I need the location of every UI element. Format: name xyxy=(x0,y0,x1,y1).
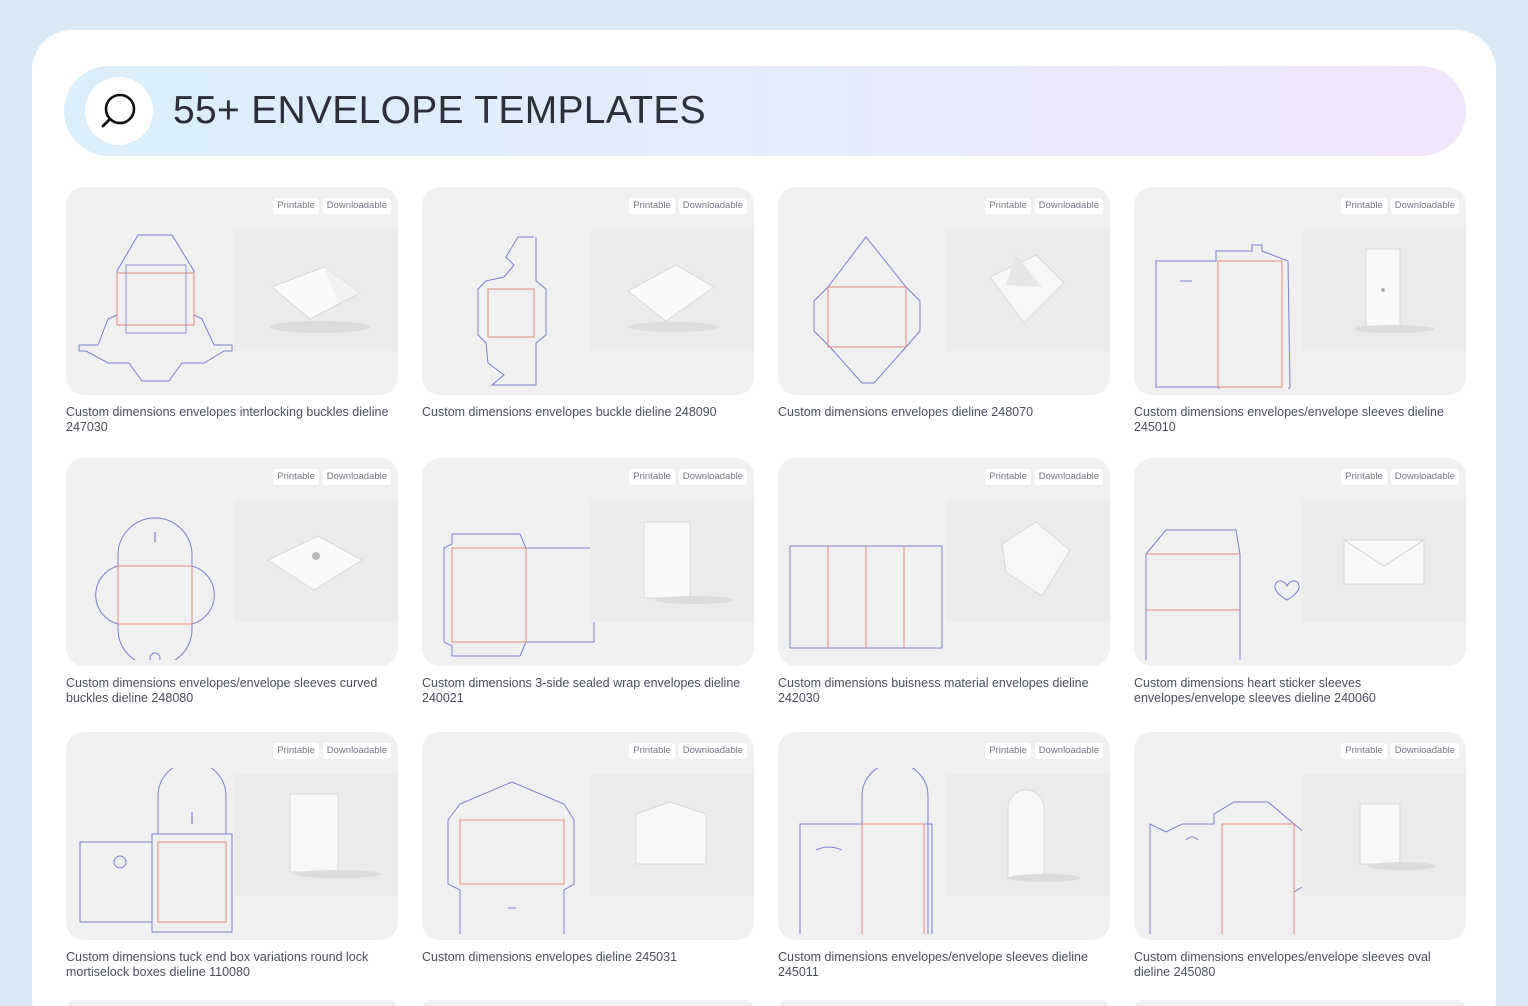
template-thumbnail[interactable]: Printable Downloadable xyxy=(778,187,1110,395)
template-caption[interactable]: Custom dimensions envelopes buckle dieli… xyxy=(422,405,754,420)
template-thumbnail[interactable]: Printable Downloadable xyxy=(778,732,1110,940)
dieline-drawing xyxy=(443,533,595,657)
template-thumbnail[interactable]: Printable Downloadable xyxy=(1134,458,1466,666)
template-caption[interactable]: Custom dimensions envelopes/envelope sle… xyxy=(1134,950,1466,980)
printable-badge: Printable xyxy=(985,469,1031,485)
template-card[interactable]: Printable Downloadable Custom dimensions xyxy=(1134,458,1466,706)
printable-badge: Printable xyxy=(629,198,675,214)
mockup-preview xyxy=(234,774,398,896)
downloadable-badge: Downloadable xyxy=(322,743,391,759)
mockup-preview xyxy=(1302,774,1466,896)
template-caption[interactable]: Custom dimensions envelopes dieline 2480… xyxy=(778,405,1110,420)
content-panel: 55+ ENVELOPE TEMPLATES Printable Downloa… xyxy=(32,30,1496,1006)
page-title: 55+ ENVELOPE TEMPLATES xyxy=(173,89,706,132)
template-card[interactable]: Printable Downloadable ■ Custom dimensio… xyxy=(1134,187,1466,435)
dieline-drawing xyxy=(78,234,233,382)
template-thumbnail[interactable]: Printable Downloadable xyxy=(422,187,754,395)
template-card[interactable]: Printable Downloadable Custom dimensions… xyxy=(66,187,398,435)
dieline-drawing xyxy=(1149,801,1305,934)
mockup-preview xyxy=(1302,500,1466,622)
mockup-preview xyxy=(946,774,1110,896)
downloadable-badge: Downloadable xyxy=(1034,198,1103,214)
downloadable-badge: Downloadable xyxy=(678,198,747,214)
template-card[interactable]: Printable Downloadable Custom dimensions… xyxy=(778,187,1110,420)
template-caption[interactable]: Custom dimensions envelopes dieline 2450… xyxy=(422,950,754,965)
search-icon xyxy=(101,93,136,128)
mockup-preview xyxy=(234,500,398,622)
dieline-drawing xyxy=(1155,244,1291,389)
template-thumbnail[interactable]: Printable Downloadable xyxy=(422,458,754,666)
template-card-partial[interactable] xyxy=(1134,1000,1466,1006)
template-caption[interactable]: Custom dimensions envelopes/envelope sle… xyxy=(66,676,398,706)
printable-badge: Printable xyxy=(985,743,1031,759)
mockup-preview xyxy=(946,229,1110,351)
template-caption[interactable]: Custom dimensions tuck end box variation… xyxy=(66,950,398,980)
template-card-partial[interactable] xyxy=(422,1000,754,1006)
printable-badge: Printable xyxy=(1341,198,1387,214)
template-caption[interactable]: Custom dimensions envelopes/envelope sle… xyxy=(778,950,1110,980)
printable-badge: Printable xyxy=(273,198,319,214)
template-card-partial[interactable] xyxy=(66,1000,398,1006)
printable-badge: Printable xyxy=(1341,469,1387,485)
mockup-preview xyxy=(590,774,754,896)
printable-badge: Printable xyxy=(273,469,319,485)
downloadable-badge: Downloadable xyxy=(678,743,747,759)
template-card-partial[interactable] xyxy=(778,1000,1110,1006)
svg-text:■: ■ xyxy=(1381,287,1385,292)
printable-badge: Printable xyxy=(629,469,675,485)
template-thumbnail[interactable]: Printable Downloadable ■ xyxy=(1134,187,1466,395)
template-card[interactable]: Printable Downloadable Custom dimensions… xyxy=(422,732,754,965)
template-caption[interactable]: Custom dimensions buisness material enve… xyxy=(778,676,1110,706)
template-caption[interactable]: Custom dimensions envelopes interlocking… xyxy=(66,405,398,435)
downloadable-badge: Downloadable xyxy=(1034,469,1103,485)
printable-badge: Printable xyxy=(629,743,675,759)
template-thumbnail[interactable]: Printable Downloadable xyxy=(66,732,398,940)
printable-badge: Printable xyxy=(273,743,319,759)
dieline-drawing xyxy=(1145,529,1300,660)
dieline-drawing xyxy=(477,236,547,386)
template-thumbnail[interactable]: Printable Downloadable xyxy=(66,458,398,666)
downloadable-badge: Downloadable xyxy=(1390,198,1459,214)
mockup-preview: ■ xyxy=(1302,229,1466,351)
dieline-drawing xyxy=(447,781,575,934)
printable-badge: Printable xyxy=(985,198,1031,214)
printable-badge: Printable xyxy=(1341,743,1387,759)
template-caption[interactable]: Custom dimensions envelopes/envelope sle… xyxy=(1134,405,1466,435)
template-thumbnail[interactable]: Printable Downloadable xyxy=(66,187,398,395)
search-header: 55+ ENVELOPE TEMPLATES xyxy=(64,66,1466,156)
dieline-drawing xyxy=(789,545,943,649)
template-thumbnail[interactable]: Printable Downloadable xyxy=(778,458,1110,666)
template-caption[interactable]: Custom dimensions heart sticker sleeves … xyxy=(1134,676,1466,706)
mockup-preview xyxy=(946,500,1110,622)
template-card[interactable]: Printable Downloadable Custom dimensions xyxy=(778,732,1110,980)
template-card[interactable]: Printable Downloadable Custom dimensions… xyxy=(778,458,1110,706)
downloadable-badge: Downloadable xyxy=(322,198,391,214)
dieline-drawing xyxy=(799,768,933,934)
search-button[interactable] xyxy=(85,77,153,145)
template-card[interactable]: Printable Downloadable Custom dimensions… xyxy=(422,187,754,420)
template-card[interactable]: Printable Downloadable Custom dimensions… xyxy=(66,458,398,706)
dieline-drawing xyxy=(813,236,921,384)
template-caption[interactable]: Custom dimensions 3-side sealed wrap env… xyxy=(422,676,754,706)
downloadable-badge: Downloadable xyxy=(322,469,391,485)
downloadable-badge: Downloadable xyxy=(1390,469,1459,485)
downloadable-badge: Downloadable xyxy=(1390,743,1459,759)
template-card[interactable]: Printable Downloadable Custom dimensions… xyxy=(66,732,398,980)
dieline-drawing xyxy=(79,768,233,933)
template-card[interactable]: Printable Downloadable Custom dimensions… xyxy=(422,458,754,706)
template-thumbnail[interactable]: Printable Downloadable xyxy=(422,732,754,940)
dieline-drawing xyxy=(95,517,215,660)
downloadable-badge: Downloadable xyxy=(678,469,747,485)
mockup-preview xyxy=(590,500,754,622)
template-thumbnail[interactable]: Printable Downloadable xyxy=(1134,732,1466,940)
mockup-preview xyxy=(234,229,398,351)
mockup-preview xyxy=(590,229,754,351)
template-card[interactable]: Printable Downloadable Custom dimensions… xyxy=(1134,732,1466,980)
downloadable-badge: Downloadable xyxy=(1034,743,1103,759)
